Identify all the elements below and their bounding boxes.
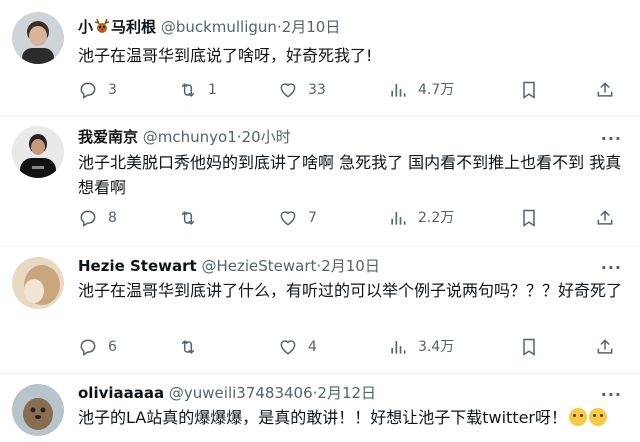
retweet-button[interactable] (178, 336, 198, 358)
retweet-button[interactable]: 1 (178, 79, 217, 101)
timestamp[interactable]: 20小时 (242, 128, 291, 146)
tweet-actions: 8 7 2.2万 (78, 207, 623, 229)
bookmark-icon (523, 209, 535, 227)
more-icon[interactable]: ··· (601, 387, 622, 403)
tweet-header: oliviaaaaa @yuweili37483406·2月12日 (78, 382, 376, 404)
display-name[interactable]: Hezie Stewart (78, 257, 197, 275)
retweet-icon (181, 340, 195, 354)
user-handle[interactable]: @buckmulligun (161, 18, 277, 36)
display-name[interactable]: oliviaaaaa (78, 384, 164, 402)
more-icon[interactable]: ··· (601, 131, 622, 147)
retweet-count: 1 (208, 82, 217, 98)
bookmark-button[interactable] (519, 79, 539, 101)
tweet-actions: 3 1 33 4.7万 (78, 79, 623, 101)
heart-icon (280, 211, 296, 226)
heart-icon (280, 83, 296, 98)
reply-button[interactable]: 6 (78, 336, 117, 358)
tweet[interactable]: Hezie Stewart @HezieStewart·2月10日 ··· 池子… (0, 247, 640, 373)
timestamp[interactable]: 2月10日 (282, 18, 341, 36)
share-button[interactable] (595, 79, 615, 101)
avatar[interactable] (12, 12, 64, 64)
views-button[interactable]: 3.4万 (388, 336, 454, 358)
tweet-text-content: 池子的LA站真的爆爆爆，是真的敢讲！！好想让池子下载twitter呀！ (78, 408, 568, 427)
like-button[interactable]: 4 (278, 336, 317, 358)
tweet-actions: 6 4 3.4万 (78, 336, 623, 358)
avatar[interactable] (12, 384, 64, 436)
views-button[interactable]: 4.7万 (388, 79, 454, 101)
tweet[interactable]: 小马利根 @buckmulligun·2月10日 池子在温哥华到底说了啥呀，好奇… (0, 0, 640, 115)
timestamp[interactable]: 2月12日 (317, 384, 376, 402)
emoji-icon (589, 408, 608, 426)
views-button[interactable]: 2.2万 (388, 207, 454, 229)
avatar[interactable] (12, 257, 64, 309)
like-button[interactable]: 33 (278, 79, 326, 101)
user-handle[interactable]: @HezieStewart (201, 257, 316, 275)
bookmark-icon (523, 338, 535, 356)
tweet-text: 池子北美脱口秀他妈的到底讲了啥啊 急死我了 国内看不到推上也看不到 我真想看啊 (78, 153, 622, 197)
display-name[interactable]: 小 (78, 18, 93, 36)
more-icon[interactable]: ··· (601, 260, 622, 276)
user-handle[interactable]: @mchunyo1 (143, 128, 237, 146)
view-count: 3.4万 (418, 339, 455, 355)
tweet[interactable]: oliviaaaaa @yuweili37483406·2月12日 ··· 池子… (0, 374, 640, 442)
bookmark-button[interactable] (519, 207, 539, 229)
tweet-header: Hezie Stewart @HezieStewart·2月10日 (78, 255, 380, 277)
tweet-header: 我爱南京 @mchunyo1·20小时 (78, 126, 291, 148)
retweet-icon (181, 211, 195, 225)
share-icon (597, 82, 613, 97)
timestamp[interactable]: 2月10日 (321, 257, 380, 275)
user-handle[interactable]: @yuweili37483406 (169, 384, 313, 402)
like-count: 33 (308, 82, 326, 98)
tweet-text: 池子在温哥华到底讲了什么，有听过的可以举个例子说两句吗？？？好奇死了 (78, 281, 623, 300)
reply-icon (80, 82, 96, 99)
reply-count: 8 (108, 210, 117, 226)
views-icon (391, 341, 406, 354)
display-name-suffix[interactable]: 马利根 (111, 18, 156, 36)
reply-button[interactable]: 3 (78, 79, 117, 101)
share-icon (597, 210, 613, 225)
emoji-icon (569, 408, 588, 426)
views-icon (391, 84, 406, 97)
avatar[interactable] (12, 126, 64, 178)
share-button[interactable] (595, 336, 615, 358)
reply-count: 6 (108, 339, 117, 355)
tweet-text: 池子在温哥华到底说了啥呀，好奇死我了! (78, 46, 373, 65)
share-icon (597, 339, 613, 354)
deer-emoji-icon (94, 18, 110, 33)
heart-icon (280, 340, 296, 355)
reply-button[interactable]: 8 (78, 207, 117, 229)
tweet-header: 小马利根 @buckmulligun·2月10日 (78, 16, 340, 38)
reply-icon (80, 339, 96, 356)
bookmark-icon (523, 81, 535, 99)
reply-count: 3 (108, 82, 117, 98)
like-count: 7 (308, 210, 317, 226)
view-count: 4.7万 (418, 82, 455, 98)
share-button[interactable] (595, 207, 615, 229)
bookmark-button[interactable] (519, 336, 539, 358)
like-button[interactable]: 7 (278, 207, 317, 229)
display-name[interactable]: 我爱南京 (78, 128, 138, 146)
view-count: 2.2万 (418, 210, 455, 226)
views-icon (391, 212, 406, 225)
tweet[interactable]: 我爱南京 @mchunyo1·20小时 ··· 池子北美脱口秀他妈的到底讲了啥啊… (0, 116, 640, 246)
like-count: 4 (308, 339, 317, 355)
reply-icon (80, 210, 96, 227)
retweet-icon (181, 83, 195, 97)
retweet-button[interactable] (178, 207, 198, 229)
tweet-text: 池子的LA站真的爆爆爆，是真的敢讲！！好想让池子下载twitter呀！ (78, 405, 623, 430)
